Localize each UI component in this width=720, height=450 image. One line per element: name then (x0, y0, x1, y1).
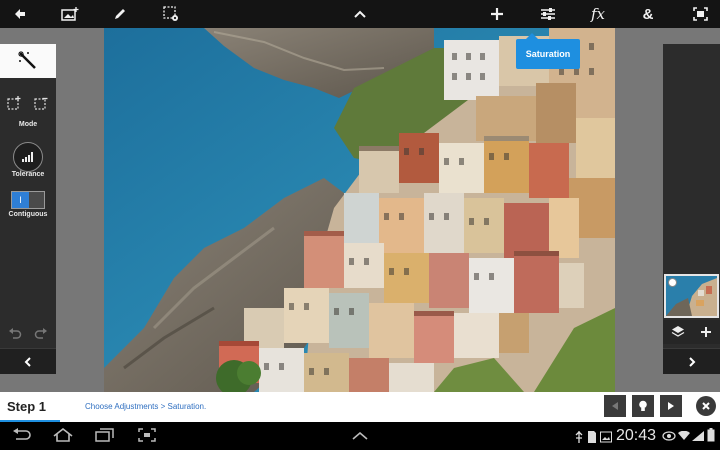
signal-bars-icon (22, 152, 33, 162)
magic-wand-tool-button[interactable] (0, 44, 56, 78)
back-button[interactable] (0, 0, 40, 28)
step-title: Step 1 (7, 399, 47, 414)
hint-button[interactable] (632, 395, 654, 417)
toggle-on-state: I (12, 192, 29, 208)
back-arrow-icon (15, 9, 25, 19)
photo-canvas[interactable] (104, 28, 615, 392)
image-notification-icon (600, 431, 612, 443)
tutorial-step-bar: Step 1 Choose Adjustments > Saturation. (0, 392, 720, 422)
back-icon[interactable] (12, 428, 32, 442)
contiguous-label: Contiguous (8, 211, 48, 218)
saturation-tooltip: Saturation (516, 33, 580, 69)
layer-visibility-dot[interactable] (668, 278, 677, 287)
collapse-chevron-icon (354, 10, 366, 18)
step-instruction: Choose Adjustments > Saturation. (85, 402, 207, 411)
play-left-icon (612, 402, 618, 410)
fullscreen-button[interactable] (680, 0, 720, 28)
add-image-button[interactable] (50, 0, 90, 28)
system-navigation-bar: 20:43 (0, 422, 720, 450)
brush-button[interactable] (100, 0, 140, 28)
selection-settings-icon (163, 6, 178, 21)
close-icon (702, 402, 710, 410)
add-icon (491, 8, 503, 20)
tolerance-label: Tolerance (11, 171, 45, 178)
mode-toggle-row (0, 96, 56, 110)
mode-label: Mode (18, 121, 38, 128)
screenshot-icon[interactable] (138, 428, 156, 442)
next-step-button[interactable] (660, 395, 682, 417)
selection-settings-button[interactable] (151, 0, 191, 28)
chevron-left-icon (24, 356, 31, 367)
undo-redo-row (0, 324, 56, 344)
fullscreen-icon (692, 7, 708, 21)
brush-icon (115, 9, 125, 19)
home-icon[interactable] (52, 428, 74, 442)
redo-icon[interactable] (34, 327, 48, 341)
layer-actions-row (663, 320, 720, 344)
recent-apps-icon[interactable] (95, 428, 115, 442)
collapse-toolbar-button[interactable] (340, 0, 380, 28)
subtract-selection-icon[interactable] (34, 96, 48, 110)
add-image-icon (61, 7, 79, 21)
collapse-left-panel-button[interactable] (0, 348, 56, 374)
sim-card-icon (588, 431, 596, 443)
expand-right-panel-button[interactable] (663, 348, 720, 374)
contiguous-toggle[interactable]: I (11, 191, 45, 209)
layers-icon[interactable] (671, 325, 685, 339)
previous-step-button[interactable] (604, 395, 626, 417)
ampersand-icon: & (642, 5, 654, 23)
layers-panel (663, 44, 720, 374)
adjustments-button[interactable] (528, 0, 568, 28)
magic-wand-icon (18, 51, 36, 69)
undo-icon[interactable] (8, 327, 22, 341)
cliffside-village-photo (104, 28, 615, 392)
top-toolbar: fx & (0, 0, 720, 28)
add-layer-button[interactable] (477, 0, 517, 28)
wifi-icon (678, 431, 690, 440)
add-layer-icon[interactable] (699, 325, 713, 339)
usb-icon (575, 431, 583, 443)
add-selection-icon[interactable] (7, 96, 21, 110)
lightbulb-icon (639, 400, 647, 411)
play-right-icon (668, 402, 674, 410)
nav-collapse-chevron-icon[interactable] (352, 432, 368, 440)
chevron-right-icon (688, 356, 695, 367)
effects-button[interactable]: fx (578, 0, 618, 28)
toggle-off-state (29, 192, 44, 208)
fx-icon: fx (590, 5, 605, 23)
selection-tool-panel: Mode Tolerance I Contiguous (0, 44, 56, 374)
system-clock: 20:43 (616, 427, 657, 444)
layer-thumbnail[interactable] (664, 274, 719, 318)
blend-button[interactable]: & (628, 0, 668, 28)
eye-icon (662, 431, 676, 441)
close-tutorial-button[interactable] (696, 396, 716, 416)
battery-icon (707, 428, 715, 442)
signal-icon (692, 431, 704, 441)
adjustments-icon (541, 8, 555, 20)
tolerance-dial[interactable] (13, 142, 43, 172)
